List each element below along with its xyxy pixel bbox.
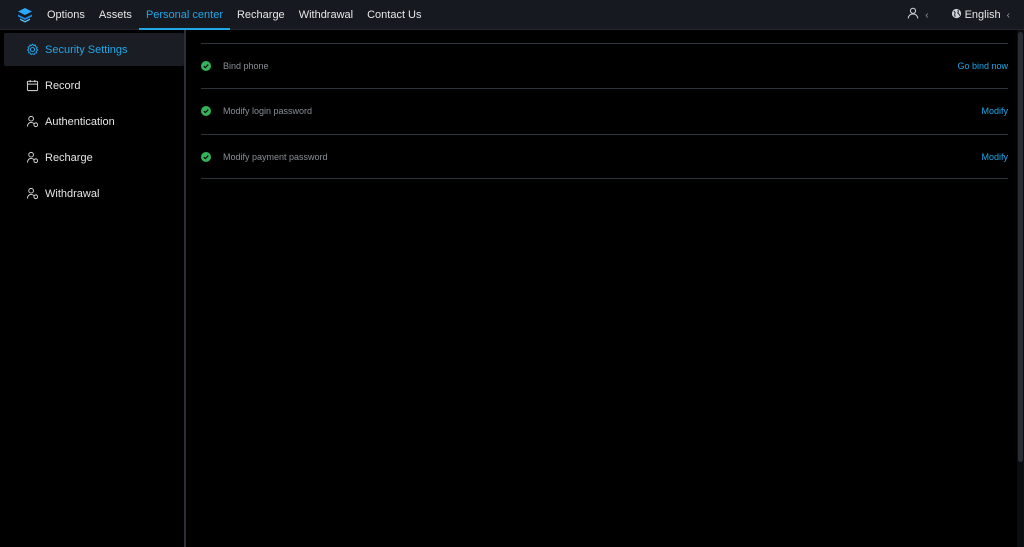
sidebar-item-label: Record (45, 79, 81, 92)
nav-item-options[interactable]: Options (40, 0, 92, 30)
language-selector[interactable]: English ‹ (951, 6, 1010, 24)
scrollbar-thumb[interactable] (1018, 32, 1023, 462)
nav-item-withdrawal[interactable]: Withdrawal (292, 0, 360, 30)
sidebar-item-recharge[interactable]: Recharge (4, 141, 184, 174)
sidebar-item-record[interactable]: Record (4, 69, 184, 102)
modify-login-password-link[interactable]: Modify (981, 106, 1008, 116)
language-label: English (964, 9, 1001, 21)
security-row-bind-phone: Bind phone Go bind now (201, 43, 1008, 88)
check-circle-icon (201, 61, 211, 71)
check-circle-icon (201, 106, 211, 116)
user-check-icon (26, 187, 39, 200)
globe-icon (951, 6, 962, 24)
sidebar-item-label: Recharge (45, 151, 93, 164)
sidebar-item-label: Authentication (45, 115, 115, 128)
user-check-icon (26, 151, 39, 164)
check-circle-icon (201, 151, 211, 162)
go-bind-now-link[interactable]: Go bind now (957, 61, 1008, 71)
sidebar-item-label: Withdrawal (45, 187, 100, 200)
sidebar-item-authentication[interactable]: Authentication (4, 105, 184, 138)
modify-payment-password-link[interactable]: Modify (981, 152, 1008, 162)
user-check-icon (26, 115, 39, 128)
security-row-login-password: Modify login password Modify (201, 88, 1008, 133)
header-actions: ‹ English ‹ (907, 0, 1010, 30)
sidebar-item-security-settings[interactable]: Security Settings (4, 33, 184, 66)
chevron-left-icon: ‹ (925, 9, 929, 21)
security-row-payment-password: Modify payment password Modify (201, 134, 1008, 179)
main-nav: Options Assets Personal center Recharge … (40, 0, 429, 30)
nav-item-personal-center[interactable]: Personal center (138, 0, 231, 30)
top-navigation-bar: Options Assets Personal center Recharge … (0, 0, 1024, 30)
nav-item-recharge[interactable]: Recharge (230, 0, 292, 30)
logo-icon[interactable] (17, 7, 33, 23)
user-menu[interactable]: ‹ (907, 6, 929, 24)
user-icon (907, 6, 919, 24)
calendar-icon (26, 79, 39, 92)
nav-item-contact-us[interactable]: Contact Us (360, 0, 428, 30)
gear-icon (26, 43, 39, 56)
security-row-label: Modify login password (223, 106, 313, 116)
chevron-left-icon: ‹ (1006, 9, 1010, 21)
security-row-label: Bind phone (223, 61, 269, 71)
sidebar-item-withdrawal[interactable]: Withdrawal (4, 177, 184, 210)
sidebar-item-label: Security Settings (45, 43, 128, 56)
sidebar: Security Settings Record Authentication (0, 30, 186, 547)
nav-item-assets[interactable]: Assets (92, 0, 139, 30)
security-row-label: Modify payment password (223, 151, 328, 162)
